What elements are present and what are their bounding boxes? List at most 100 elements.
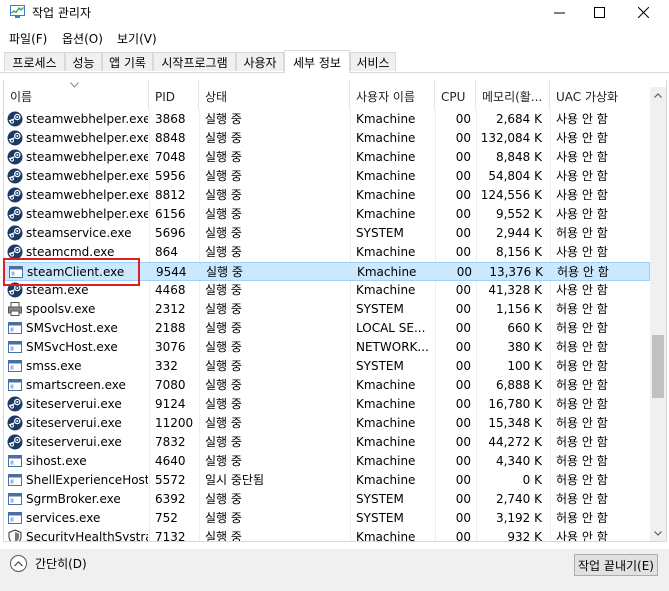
cell-memory: 124,556 K (480, 188, 542, 202)
scroll-down-button[interactable] (650, 525, 666, 541)
column-header-user[interactable]: 사용자 이름 (350, 80, 435, 110)
menu-options[interactable]: 옵션(O) (62, 30, 103, 47)
steam-icon (7, 149, 23, 165)
cell-user: Kmachine (356, 150, 416, 164)
table-row[interactable]: sihost.exe 4640 실행 중 Kmachine 00 4,340 K 허용 안 … (4, 452, 650, 471)
cell-memory: 132,084 K (480, 131, 542, 145)
table-row[interactable]: steamwebhelper.exe 5956 실행 중 Kmachine 00 54,8… (4, 167, 650, 186)
column-header-cpu[interactable]: CPU (435, 80, 476, 110)
table-row[interactable]: steamwebhelper.exe 8812 실행 중 Kmachine 00 124,… (4, 186, 650, 205)
cell-uac: 허용 안 함 (556, 302, 608, 316)
cell-cpu: 00 (455, 397, 471, 411)
table-row[interactable]: steamservice.exe 5696 실행 중 SYSTEM 00 2,944 K 허… (4, 224, 650, 243)
cell-memory: 4,340 K (495, 454, 542, 468)
cell-user: SYSTEM (356, 492, 404, 506)
tab-details[interactable]: 세부 정보 (284, 50, 350, 73)
tab-users[interactable]: 사용자 (236, 52, 284, 71)
cell-user: SYSTEM (356, 511, 404, 525)
table-row[interactable]: smss.exe 332 실행 중 SYSTEM 00 100 K 허용 안 함 (4, 357, 650, 376)
tab-processes[interactable]: 프로세스 (4, 52, 65, 71)
cell-pid: 5956 (155, 169, 186, 183)
cell-status: 실행 중 (205, 245, 242, 259)
minimize-button[interactable] (537, 0, 581, 24)
table-row[interactable]: services.exe 752 실행 중 SYSTEM 00 3,192 K 허용 안 함 (4, 509, 650, 528)
cell-uac: 사용 안 함 (556, 169, 608, 183)
table-row[interactable]: smartscreen.exe 7080 실행 중 Kmachine 00 6,888 K… (4, 376, 650, 395)
tab-startup[interactable]: 시작프로그램 (153, 52, 236, 71)
table-row[interactable]: siteserverui.exe 9124 실행 중 Kmachine 00 16,780… (4, 395, 650, 414)
cell-cpu: 00 (455, 131, 471, 145)
tab-app-history[interactable]: 앱 기록 (102, 52, 153, 71)
table-row-selected[interactable]: steamClient.exe 9544 실행 중 Kmachine 00 13,376 … (4, 262, 650, 281)
menu-view[interactable]: 보기(V) (117, 30, 157, 47)
cell-name: smartscreen.exe (26, 378, 126, 392)
cell-status: 실행 중 (205, 283, 242, 297)
cell-user: SYSTEM (356, 359, 404, 373)
cell-pid: 11200 (155, 416, 194, 430)
fewer-details-button[interactable]: 간단히(D) (10, 555, 87, 572)
cell-user: Kmachine (356, 378, 416, 392)
menu-file[interactable]: 파일(F) (9, 30, 47, 47)
cell-pid: 2188 (155, 321, 186, 335)
tab-performance[interactable]: 성능 (65, 52, 102, 71)
table-row[interactable]: siteserverui.exe 7832 실행 중 Kmachine 00 44,272… (4, 433, 650, 452)
cell-cpu: 00 (456, 265, 472, 279)
table-row[interactable]: SMSvcHost.exe 2188 실행 중 LOCAL SE... 00 660 K 허… (4, 319, 650, 338)
footer-bar: 간단히(D) 작업 끝내기(E) (0, 549, 669, 591)
cell-cpu: 00 (455, 169, 471, 183)
table-row[interactable]: steamwebhelper.exe 7048 실행 중 Kmachine 00 8,84… (4, 148, 650, 167)
cell-status: 실행 중 (205, 359, 242, 373)
scroll-thumb[interactable] (652, 335, 664, 398)
table-row[interactable]: siteserverui.exe 11200 실행 중 Kmachine 00 15,34… (4, 414, 650, 433)
cell-name: SMSvcHost.exe (26, 340, 118, 354)
table-row[interactable]: steamwebhelper.exe 8848 실행 중 Kmachine 00 132,… (4, 129, 650, 148)
cell-name: steamwebhelper.exe (26, 169, 148, 183)
steam-icon (7, 415, 23, 431)
cell-status: 실행 중 (205, 169, 242, 183)
cell-name: steamwebhelper.exe (26, 131, 148, 145)
column-header-uac[interactable]: UAC 가상화 (550, 80, 650, 110)
table-row[interactable]: steamwebhelper.exe 6156 실행 중 Kmachine 00 9,55… (4, 205, 650, 224)
cell-status: 실행 중 (205, 397, 242, 411)
minimize-icon (553, 12, 565, 13)
fewer-details-label: 간단히(D) (35, 557, 87, 571)
cell-name: sihost.exe (26, 454, 87, 468)
cell-pid: 9544 (156, 265, 187, 279)
table-row[interactable]: steamwebhelper.exe 3868 실행 중 Kmachine 00 2,68… (4, 110, 650, 129)
table-row[interactable]: steam.exe 4468 실행 중 Kmachine 00 41,328 K 사용 안 … (4, 281, 650, 300)
cell-uac: 사용 안 함 (556, 150, 608, 164)
cell-cpu: 00 (455, 226, 471, 240)
cell-uac: 허용 안 함 (556, 454, 608, 468)
tab-strip: 프로세스 성능 앱 기록 시작프로그램 사용자 세부 정보 서비스 (0, 50, 669, 73)
table-row[interactable]: SgrmBroker.exe 6392 실행 중 SYSTEM 00 2,740 K 허용 … (4, 490, 650, 509)
cell-pid: 8848 (155, 131, 186, 145)
table-row[interactable]: SecurityHealthSystra... 7132 실행 중 Kmachine 0… (4, 528, 650, 541)
cell-cpu: 00 (455, 245, 471, 259)
scroll-up-button[interactable] (650, 87, 666, 103)
column-header-memory[interactable]: 메모리(활... (476, 80, 550, 110)
close-button[interactable] (621, 0, 665, 24)
maximize-button[interactable] (577, 0, 621, 24)
table-row[interactable]: steamcmd.exe 864 실행 중 Kmachine 00 8,156 K 사용 안… (4, 243, 650, 262)
cell-user: Kmachine (356, 245, 416, 259)
table-row[interactable]: spoolsv.exe 2312 실행 중 SYSTEM 00 1,156 K 허용 안 함 (4, 300, 650, 319)
cell-cpu: 00 (455, 112, 471, 126)
cell-uac: 허용 안 함 (556, 340, 608, 354)
table-row[interactable]: ShellExperienceHost... 5572 일시 중단됨 Kmachine… (4, 471, 650, 490)
cell-user: Kmachine (356, 435, 416, 449)
cell-uac: 허용 안 함 (556, 359, 608, 373)
app-window-icon (7, 510, 23, 526)
table-row[interactable]: SMSvcHost.exe 3076 실행 중 NETWORK... 00 380 K 허용… (4, 338, 650, 357)
cell-status: 실행 중 (205, 378, 242, 392)
cell-status: 실행 중 (205, 188, 242, 202)
app-window-icon (7, 320, 23, 336)
sort-descending-icon (70, 82, 79, 88)
tab-services[interactable]: 서비스 (350, 52, 396, 71)
end-task-button[interactable]: 작업 끝내기(E) (574, 554, 658, 576)
vertical-scrollbar[interactable] (650, 87, 666, 541)
column-header-status[interactable]: 상태 (199, 80, 350, 110)
column-header-pid[interactable]: PID (149, 80, 199, 110)
cell-pid: 7080 (155, 378, 186, 392)
steam-icon (7, 225, 23, 241)
cell-name: SgrmBroker.exe (26, 492, 121, 506)
